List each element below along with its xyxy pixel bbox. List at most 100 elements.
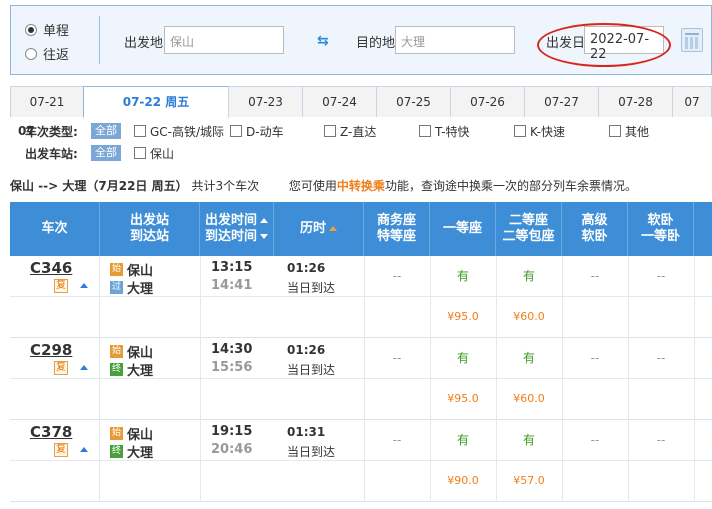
departure-station: 始保山 <box>110 342 153 361</box>
origin-icon: 始 <box>110 345 123 358</box>
tab-date[interactable]: 07-28 <box>598 86 673 117</box>
origin-icon: 始 <box>110 263 123 276</box>
round-trip-option[interactable]: 往返 <box>25 44 69 63</box>
one-way-label: 单程 <box>43 24 70 39</box>
expand-stops-icon[interactable] <box>80 283 88 288</box>
first-class-price: ¥95.0 <box>447 392 479 405</box>
arrive-day: 当日到达 <box>287 281 336 295</box>
option-label: 保山 <box>150 146 175 161</box>
train-code-link[interactable]: C298 <box>30 341 72 359</box>
arrive-time: 20:46 <box>211 442 253 457</box>
from-station-input[interactable]: 保山 <box>164 26 284 54</box>
terminal-icon: 终 <box>110 363 123 376</box>
first-class-seat[interactable]: 有 <box>430 338 496 379</box>
tab-date[interactable]: 07-26 <box>450 86 525 117</box>
header-soft-sleeper: 软卧 一等卧 <box>628 202 694 256</box>
first-class-seat[interactable]: 有 <box>430 256 496 297</box>
header-duration[interactable]: 历时 <box>274 202 364 256</box>
transfer-link[interactable]: 中转换乘 <box>337 179 385 193</box>
station-all-button[interactable]: 全部 <box>91 145 121 161</box>
header-time[interactable]: 出发时间 到达时间 <box>200 202 274 256</box>
tab-date[interactable]: 07 <box>672 86 712 117</box>
table-row: C346 复 始保山 过大理 13:15 14:41 01:26 当日到达 --… <box>10 256 712 338</box>
departure-station: 始保山 <box>110 260 153 279</box>
train-code-link[interactable]: C346 <box>30 259 72 277</box>
second-class-price: ¥60.0 <box>513 392 545 405</box>
one-way-option[interactable]: 单程 <box>25 20 69 39</box>
type-option[interactable]: GC-高铁/城际 <box>134 123 224 140</box>
header-label: 车次 <box>41 221 68 236</box>
station-name: 保山 <box>127 346 154 361</box>
fuxing-badge: 复 <box>54 279 68 293</box>
train-code-link[interactable]: C378 <box>30 423 72 441</box>
departure-station: 始保山 <box>110 424 153 443</box>
type-option[interactable]: K-快速 <box>514 123 565 140</box>
round-trip-radio[interactable] <box>25 47 37 60</box>
option-label: D-动车 <box>246 124 284 139</box>
advanced-sleeper-seat: -- <box>590 269 600 283</box>
tab-date[interactable]: 07-23 <box>228 86 303 117</box>
header-label: 商务座 <box>376 213 416 228</box>
arrival-station: 终大理 <box>110 442 153 461</box>
type-option[interactable]: T-特快 <box>419 123 470 140</box>
soft-sleeper-seat: -- <box>656 269 666 283</box>
type-option[interactable]: Z-直达 <box>324 123 376 140</box>
type-option[interactable]: 其他 <box>609 123 649 140</box>
table-row: C298 复 始保山 终大理 14:30 15:56 01:26 当日到达 --… <box>10 338 712 420</box>
advanced-sleeper-seat: -- <box>590 351 600 365</box>
tab-date[interactable]: 07-27 <box>524 86 599 117</box>
header-label: 二等座 <box>508 213 548 228</box>
station-option[interactable]: 保山 <box>134 145 174 162</box>
cell-divider <box>200 420 201 502</box>
arrival-station: 过大理 <box>110 278 153 297</box>
departure-station-filter: 出发车站: 全部 保山 <box>25 145 425 161</box>
checkbox[interactable] <box>419 125 431 137</box>
header-station[interactable]: 出发站 到达站 <box>100 202 200 256</box>
soft-sleeper-seat: -- <box>656 433 666 447</box>
to-station-input[interactable]: 大理 <box>395 26 515 54</box>
second-class-seat[interactable]: 有 <box>496 338 562 379</box>
calendar-icon[interactable] <box>681 28 703 52</box>
header-label: 一等座 <box>442 221 482 236</box>
second-class-price: ¥60.0 <box>513 310 545 323</box>
checkbox[interactable] <box>514 125 526 137</box>
type-option[interactable]: D-动车 <box>230 123 284 140</box>
expand-stops-icon[interactable] <box>80 447 88 452</box>
train-list: C346 复 始保山 过大理 13:15 14:41 01:26 当日到达 --… <box>10 256 712 502</box>
second-class-seat[interactable]: 有 <box>496 256 562 297</box>
first-class-price: ¥95.0 <box>447 310 479 323</box>
option-label: T-特快 <box>435 124 470 139</box>
expand-stops-icon[interactable] <box>80 365 88 370</box>
table-header: 车次 出发站 到达站 出发时间 到达时间 历时 商务座 特等座 一等座 二等座 … <box>10 202 712 256</box>
tab-date[interactable]: 07-25 <box>376 86 451 117</box>
depart-time: 14:30 <box>211 342 253 357</box>
fuxing-badge: 复 <box>54 443 68 457</box>
tab-date-active[interactable]: 07-22 周五 <box>83 86 229 118</box>
tip-after: 功能，查询途中换乘一次的部分列车余票情况。 <box>384 179 637 193</box>
station-name: 大理 <box>127 282 154 297</box>
header-depart: 出发时间 <box>205 213 268 229</box>
tab-date[interactable]: 07-21 <box>10 86 84 117</box>
one-way-radio[interactable] <box>25 23 37 36</box>
first-class-seat[interactable]: 有 <box>430 420 496 461</box>
tab-date[interactable]: 07-24 <box>302 86 377 117</box>
checkbox[interactable] <box>134 147 146 159</box>
checkbox[interactable] <box>324 125 336 137</box>
to-label: 目的地 <box>356 36 396 51</box>
train-type-all-button[interactable]: 全部 <box>91 123 121 139</box>
terminal-icon: 终 <box>110 445 123 458</box>
header-train[interactable]: 车次 <box>10 202 100 256</box>
header-second: 二等座 二等包座 <box>496 202 562 256</box>
sort-down-icon <box>260 234 268 239</box>
header-label: 出发站 <box>129 213 169 228</box>
checkbox[interactable] <box>230 125 242 137</box>
second-class-price: ¥57.0 <box>513 474 545 487</box>
swap-stations-icon[interactable]: ⇆ <box>317 34 333 48</box>
checkbox[interactable] <box>134 125 146 137</box>
checkbox[interactable] <box>609 125 621 137</box>
date-tabs: 07-21 07-22 周五 07-23 07-24 07-25 07-26 0… <box>10 86 712 118</box>
round-trip-label: 往返 <box>43 48 70 63</box>
soft-sleeper-seat: -- <box>656 351 666 365</box>
second-class-seat[interactable]: 有 <box>496 420 562 461</box>
header-advanced-sleeper: 高级 软卧 <box>562 202 628 256</box>
